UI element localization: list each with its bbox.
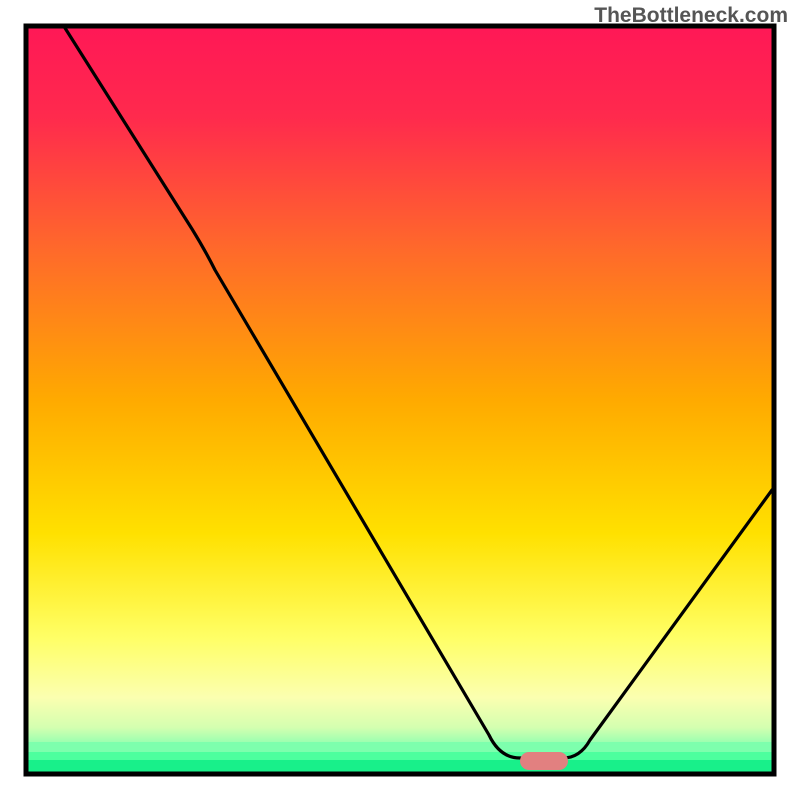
gradient-background xyxy=(28,28,772,772)
watermark-text: TheBottleneck.com xyxy=(594,4,788,28)
chart-container: TheBottleneck.com xyxy=(0,0,800,800)
green-stripe-2 xyxy=(28,752,772,760)
minimum-marker xyxy=(520,752,568,770)
bottleneck-chart xyxy=(0,0,800,800)
green-stripe-1 xyxy=(28,742,772,752)
plot-area xyxy=(28,28,772,772)
green-stripe-3 xyxy=(28,760,772,772)
